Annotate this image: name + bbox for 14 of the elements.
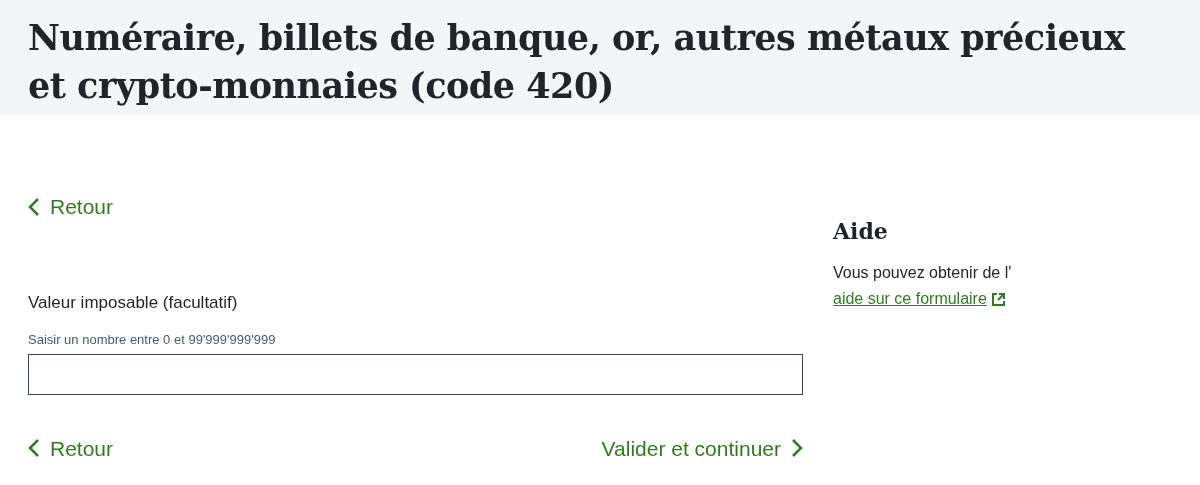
page-title: Numéraire, billets de banque, or, autres métaux précieux et crypto-monnaies (code 420) (28, 16, 1127, 108)
help-link[interactable]: aide sur ce formulaire (833, 286, 1006, 312)
chevron-left-icon (28, 438, 40, 459)
input-field[interactable] (28, 353, 803, 395)
help-text: Vous pouvez obtenir de l' aide sur ce formulaire (833, 260, 1143, 312)
back-link[interactable]: Retour (28, 432, 114, 464)
chevron-right-icon (791, 438, 803, 459)
continue-link[interactable]: Valider et continuer (601, 432, 803, 464)
field-label: Valeur imposable (facultatif) (28, 291, 239, 314)
external-link-icon (990, 291, 1006, 307)
back-link[interactable]: Retour (28, 191, 114, 223)
chevron-left-icon (28, 196, 40, 217)
field-hint: Saisir un nombre entre 0 et 99'999'999'999 (28, 331, 277, 349)
help-heading: Aide (833, 217, 889, 246)
